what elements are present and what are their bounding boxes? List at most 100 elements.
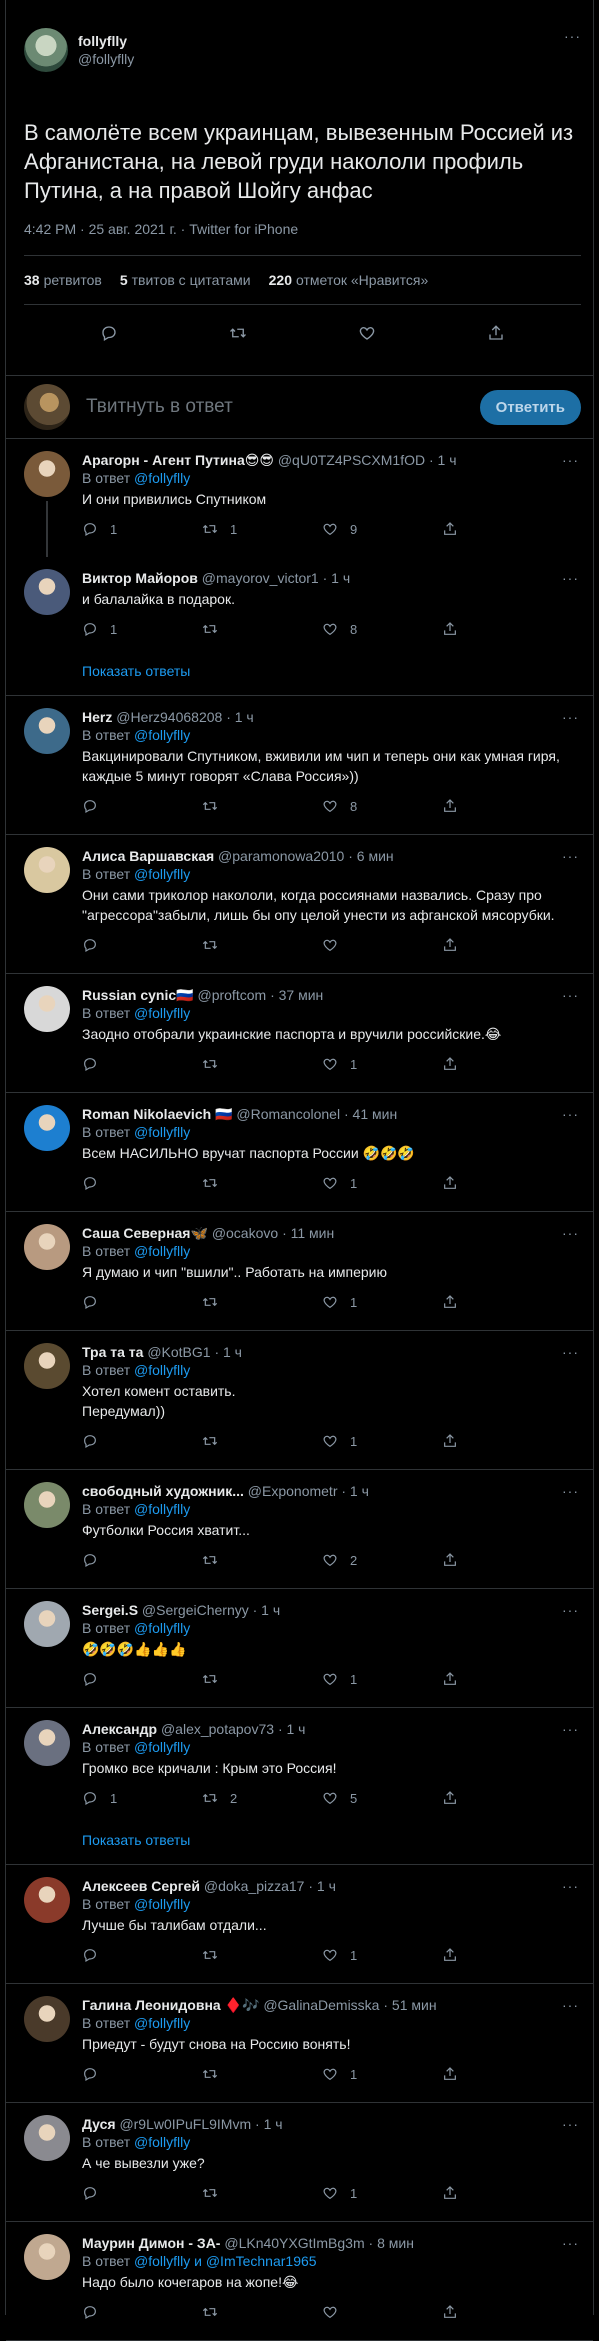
like-action[interactable]: 5: [322, 1790, 442, 1806]
reply-author-handle[interactable]: @mayorov_victor1: [202, 570, 319, 586]
reply-time[interactable]: · 8 мин: [369, 2235, 414, 2251]
reply-tweet[interactable]: Алиса Варшавская @paramonowa2010 · 6 мин…: [6, 835, 593, 974]
reply-author-name[interactable]: Roman Nikolaevich 🇷🇺: [82, 1106, 232, 1122]
reply-to-mention[interactable]: @follyflly: [134, 727, 190, 743]
avatar[interactable]: [24, 451, 70, 497]
more-icon[interactable]: ···: [562, 2115, 579, 2133]
retweet-action[interactable]: [202, 1433, 322, 1449]
retweet-action[interactable]: [202, 1056, 322, 1072]
like-action[interactable]: 8: [322, 798, 442, 814]
share-action[interactable]: [442, 621, 470, 637]
like-action[interactable]: [322, 937, 442, 953]
reply-action[interactable]: 1: [82, 621, 202, 637]
reply-tweet[interactable]: Дуся @r9Lw0IPuFL9IMvm · 1 ч ··· В ответ @f…: [6, 2103, 593, 2222]
reply-author-name[interactable]: Алексеев Сергей: [82, 1878, 200, 1894]
reply-tweet[interactable]: Sergei.S @SergeiChernyy · 1 ч ··· В ответ …: [6, 1589, 593, 1708]
reply-author-name[interactable]: Виктор Майоров: [82, 570, 198, 586]
avatar[interactable]: [24, 1343, 70, 1389]
reply-button[interactable]: Ответить: [479, 389, 581, 425]
retweet-action[interactable]: 2: [202, 1790, 322, 1806]
reply-tweet[interactable]: Саша Северная🦋 @ocakovo · 11 мин ··· В отв…: [6, 1212, 593, 1331]
reply-author-name[interactable]: Галина Леонидовна ♦️🎶: [82, 1997, 259, 2013]
reply-to-mention[interactable]: @follyflly: [134, 2015, 190, 2031]
reply-to-mention[interactable]: @follyflly: [134, 1501, 190, 1517]
avatar[interactable]: [24, 847, 70, 893]
retweets-stat[interactable]: 38 ретвитов: [24, 272, 102, 288]
reply-author-name[interactable]: Маурин Димон - ЗА-: [82, 2235, 220, 2251]
avatar[interactable]: [24, 28, 68, 72]
more-icon[interactable]: ···: [564, 28, 581, 44]
reply-action[interactable]: [82, 2066, 202, 2082]
share-action[interactable]: [442, 1294, 470, 1310]
reply-time[interactable]: · 51 мин: [383, 1997, 436, 2013]
retweet-action[interactable]: [202, 2304, 322, 2320]
reply-tweet[interactable]: Roman Nikolaevich 🇷🇺 @Romancolonel · 41 …: [6, 1093, 593, 1212]
reply-author-name[interactable]: Herz: [82, 709, 112, 725]
avatar[interactable]: [24, 708, 70, 754]
show-replies-link[interactable]: Показать ответы: [6, 657, 593, 696]
more-icon[interactable]: ···: [562, 1601, 579, 1619]
reply-author-handle[interactable]: @Romancolonel: [236, 1106, 340, 1122]
more-icon[interactable]: ···: [562, 1996, 579, 2014]
reply-author-handle[interactable]: @GalinaDemisska: [263, 1997, 379, 2013]
reply-author-handle[interactable]: @ocakovo: [212, 1225, 278, 1241]
more-icon[interactable]: ···: [562, 1877, 579, 1895]
reply-time[interactable]: · 11 мин: [282, 1225, 334, 1241]
like-action[interactable]: 1: [322, 2185, 442, 2201]
more-icon[interactable]: ···: [562, 986, 579, 1004]
reply-tweet[interactable]: Арагорн - Агент Путина😎😎 @qU0TZ4PSCXM1fO…: [6, 439, 593, 557]
retweet-action[interactable]: 1: [202, 521, 322, 537]
reply-author-name[interactable]: Алиса Варшавская: [82, 848, 214, 864]
reply-to-mention[interactable]: @follyflly: [134, 1362, 190, 1378]
reply-time[interactable]: · 1 ч: [278, 1721, 306, 1737]
reply-author-name[interactable]: свободный художник...: [82, 1483, 244, 1499]
like-icon[interactable]: [358, 324, 376, 342]
retweet-action[interactable]: [202, 621, 322, 637]
reply-time[interactable]: · 41 мин: [344, 1106, 397, 1122]
like-action[interactable]: 2: [322, 1552, 442, 1568]
reply-to-mention[interactable]: @follyflly: [134, 866, 190, 882]
retweet-action[interactable]: [202, 2066, 322, 2082]
reply-tweet[interactable]: Тра та та @KotBG1 · 1 ч ··· В ответ @folly…: [6, 1331, 593, 1470]
reply-time[interactable]: · 1 ч: [323, 570, 351, 586]
reply-action[interactable]: [82, 798, 202, 814]
avatar[interactable]: [24, 1224, 70, 1270]
like-action[interactable]: 1: [322, 1433, 442, 1449]
reply-action[interactable]: [82, 2304, 202, 2320]
share-action[interactable]: [442, 937, 470, 953]
reply-tweet[interactable]: Маурин Димон - ЗА- @LKn40YXGtImBg3m · 8 …: [6, 2222, 593, 2341]
more-icon[interactable]: ···: [562, 2234, 579, 2252]
reply-author-handle[interactable]: @alex_potapov73: [161, 1721, 274, 1737]
share-action[interactable]: [442, 1433, 470, 1449]
reply-author-name[interactable]: Sergei.S: [82, 1602, 138, 1618]
reply-input[interactable]: Твитнуть в ответ: [86, 396, 480, 418]
avatar[interactable]: [24, 986, 70, 1032]
like-action[interactable]: 8: [322, 621, 442, 637]
share-action[interactable]: [442, 521, 470, 537]
avatar[interactable]: [24, 1105, 70, 1151]
reply-action[interactable]: [82, 1433, 202, 1449]
reply-author-handle[interactable]: @proftcom: [197, 987, 266, 1003]
share-action[interactable]: [442, 2066, 470, 2082]
reply-author-handle[interactable]: @Herz94068208: [116, 709, 222, 725]
retweet-icon[interactable]: [229, 324, 247, 342]
author-name[interactable]: follyflly: [78, 32, 134, 50]
avatar[interactable]: [24, 569, 70, 615]
reply-to-mention[interactable]: @follyflly: [134, 1620, 190, 1636]
avatar[interactable]: [24, 1877, 70, 1923]
reply-tweet[interactable]: свободный художник... @Exponometr · 1 ч ·…: [6, 1470, 593, 1589]
reply-author-handle[interactable]: @qU0TZ4PSCXM1fOD: [278, 452, 425, 468]
reply-time[interactable]: · 1 ч: [308, 1878, 336, 1894]
reply-time[interactable]: · 1 ч: [253, 1602, 281, 1618]
reply-to-mention[interactable]: @follyflly: [134, 1243, 190, 1259]
reply-author-handle[interactable]: @Exponometr: [248, 1483, 338, 1499]
avatar[interactable]: [24, 1720, 70, 1766]
reply-icon[interactable]: [100, 324, 118, 342]
reply-time[interactable]: · 1 ч: [429, 452, 457, 468]
reply-time[interactable]: · 6 мин: [348, 848, 393, 864]
more-icon[interactable]: ···: [562, 1105, 579, 1123]
retweet-action[interactable]: [202, 937, 322, 953]
reply-action[interactable]: [82, 1056, 202, 1072]
like-action[interactable]: 1: [322, 1175, 442, 1191]
share-action[interactable]: [442, 798, 470, 814]
